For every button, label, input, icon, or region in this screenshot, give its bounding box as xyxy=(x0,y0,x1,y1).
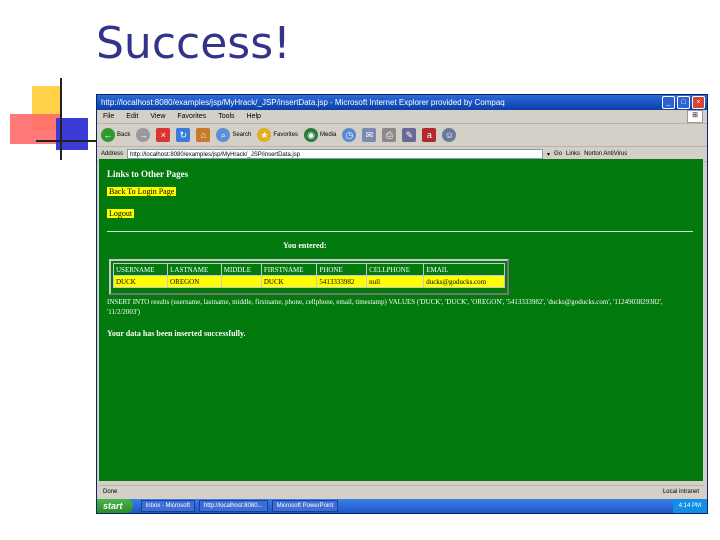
address-label: Address xyxy=(101,151,124,157)
address-input[interactable]: http://localhost:8080/examples/jsp/MyHra… xyxy=(127,149,544,159)
status-text: Done xyxy=(103,488,118,495)
back-label: Back xyxy=(117,132,131,138)
menu-favorites[interactable]: Favorites xyxy=(177,113,206,120)
links-heading: Links to Other Pages xyxy=(107,169,189,179)
home-icon[interactable]: ⌂ xyxy=(196,128,211,142)
back-arrow-icon: ← xyxy=(101,128,115,142)
print-icon[interactable]: ⎙ xyxy=(382,128,397,142)
table-header: PHONE xyxy=(316,263,368,276)
divider xyxy=(107,231,693,232)
taskbar: start Inbox - Microsoft http://localhost… xyxy=(97,499,707,513)
search-icon: ⌕ xyxy=(216,128,231,142)
start-button[interactable]: start xyxy=(97,499,133,513)
browser-window: http://localhost:8080/examples/jsp/MyHra… xyxy=(96,94,708,514)
search-button[interactable]: ⌕ Search xyxy=(216,128,251,142)
entered-data-table: USERNAME LASTNAME MIDDLE FIRSTNAME PHONE… xyxy=(109,259,509,295)
menu-tools[interactable]: Tools xyxy=(218,113,234,120)
table-cell: DUCK xyxy=(112,275,169,288)
zone-status: Local intranet xyxy=(662,488,699,495)
table-cell: OREGON xyxy=(167,275,222,288)
media-label: Media xyxy=(320,132,337,138)
favorites-star-icon: ★ xyxy=(257,128,272,142)
history-icon[interactable]: ◷ xyxy=(342,128,357,142)
window-title: http://localhost:8080/examples/jsp/MyHra… xyxy=(101,98,505,107)
entered-heading: You entered: xyxy=(283,241,327,250)
close-button[interactable]: × xyxy=(692,96,705,109)
table-header-row: USERNAME LASTNAME MIDDLE FIRSTNAME PHONE… xyxy=(112,263,505,276)
minimize-button[interactable]: _ xyxy=(662,96,675,109)
windows-logo-icon: ⊞ xyxy=(687,110,703,123)
stop-icon[interactable]: × xyxy=(156,128,171,142)
sql-statement: INSERT INTO results (username, lastname,… xyxy=(107,298,663,316)
search-label: Search xyxy=(232,132,252,138)
go-button[interactable]: Go xyxy=(554,151,562,157)
media-button[interactable]: ◉ Media xyxy=(304,128,336,142)
toolbar: ← Back → × ↻ ⌂ ⌕ Search ★ Favorites ◉ Me… xyxy=(97,124,707,147)
taskbar-item[interactable]: Inbox - Microsoft xyxy=(140,500,195,512)
deco-vertical-line xyxy=(60,78,62,160)
table-cell: null xyxy=(366,275,425,288)
maximize-button[interactable]: □ xyxy=(677,96,690,109)
messenger-icon[interactable]: ☺ xyxy=(442,128,457,142)
menu-help[interactable]: Help xyxy=(247,113,261,120)
edit-icon[interactable]: ✎ xyxy=(402,128,417,142)
media-icon: ◉ xyxy=(304,128,319,142)
table-cell: DUCK xyxy=(260,275,318,288)
norton-antivirus-label[interactable]: Norton AntiVirus xyxy=(584,151,627,157)
status-bar: Done Local intranet xyxy=(99,485,705,497)
table-cell: 5413333982 xyxy=(316,275,368,288)
table-header: USERNAME xyxy=(112,263,169,276)
refresh-icon[interactable]: ↻ xyxy=(176,128,191,142)
links-label[interactable]: Links xyxy=(566,151,580,157)
discuss-icon[interactable]: a xyxy=(422,128,437,142)
menu-edit[interactable]: Edit xyxy=(126,113,138,120)
favorites-button[interactable]: ★ Favorites xyxy=(257,128,298,142)
window-titlebar[interactable]: http://localhost:8080/examples/jsp/MyHra… xyxy=(97,95,707,110)
mail-icon[interactable]: ✉ xyxy=(362,128,377,142)
success-message: Your data has been inserted successfully… xyxy=(107,329,246,338)
slide-title: Success! xyxy=(96,18,291,69)
table-cell xyxy=(220,275,262,288)
table-header: MIDDLE xyxy=(220,263,262,276)
page-content: Links to Other Pages Back To Login Page … xyxy=(99,159,703,481)
taskbar-item[interactable]: Microsoft PowerPoint xyxy=(271,500,339,512)
table-header: CELLPHONE xyxy=(366,263,425,276)
table-header: EMAIL xyxy=(423,263,505,276)
table-header: LASTNAME xyxy=(167,263,222,276)
table-header: FIRSTNAME xyxy=(260,263,318,276)
deco-horizontal-line xyxy=(36,140,96,142)
system-clock: 4:14 PM xyxy=(672,499,707,513)
menu-view[interactable]: View xyxy=(150,113,165,120)
table-cell: ducks@goducks.com xyxy=(423,275,505,288)
favorites-label: Favorites xyxy=(273,132,299,138)
menu-file[interactable]: File xyxy=(103,113,114,120)
menu-bar: File Edit View Favorites Tools Help ⊞ xyxy=(97,110,707,124)
back-button[interactable]: ← Back xyxy=(101,128,130,142)
table-row: DUCK OREGON DUCK 5413333982 null ducks@g… xyxy=(112,275,505,288)
address-dropdown-icon[interactable]: ▾ xyxy=(547,151,550,158)
forward-arrow-icon: → xyxy=(136,128,151,142)
back-to-login-link[interactable]: Back To Login Page xyxy=(107,187,177,196)
logout-link[interactable]: Logout xyxy=(107,209,135,218)
forward-button[interactable]: → xyxy=(136,128,151,142)
taskbar-item[interactable]: http://localhost:8080... xyxy=(198,500,268,512)
